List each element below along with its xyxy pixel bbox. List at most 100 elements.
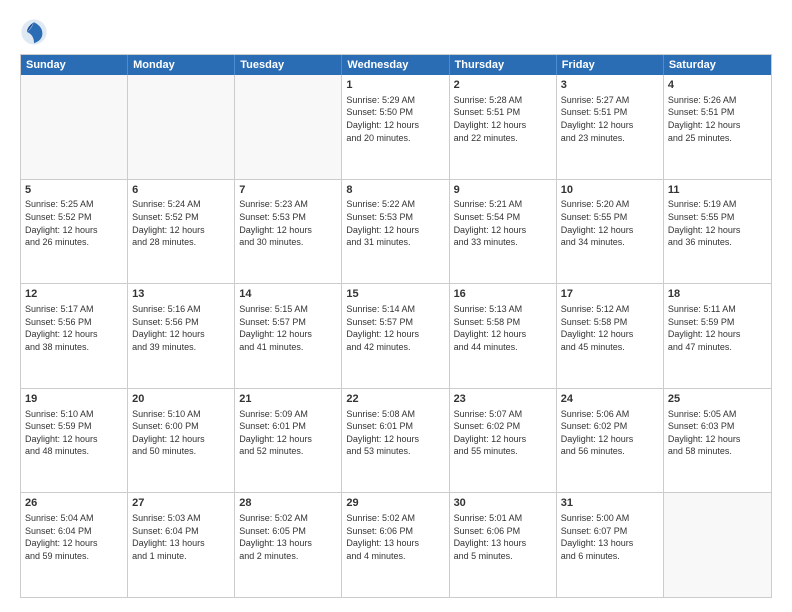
logo-icon <box>20 18 48 46</box>
empty-cell <box>664 493 771 597</box>
day-info: Sunrise: 5:12 AM Sunset: 5:58 PM Dayligh… <box>561 303 659 353</box>
logo <box>20 18 52 46</box>
day-number: 15 <box>346 287 444 302</box>
day-number: 24 <box>561 392 659 407</box>
day-number: 29 <box>346 496 444 511</box>
day-info: Sunrise: 5:10 AM Sunset: 5:59 PM Dayligh… <box>25 408 123 458</box>
day-number: 3 <box>561 78 659 93</box>
day-cell-7: 7Sunrise: 5:23 AM Sunset: 5:53 PM Daylig… <box>235 180 342 284</box>
day-number: 23 <box>454 392 552 407</box>
day-number: 9 <box>454 183 552 198</box>
day-info: Sunrise: 5:25 AM Sunset: 5:52 PM Dayligh… <box>25 198 123 248</box>
day-cell-11: 11Sunrise: 5:19 AM Sunset: 5:55 PM Dayli… <box>664 180 771 284</box>
day-cell-5: 5Sunrise: 5:25 AM Sunset: 5:52 PM Daylig… <box>21 180 128 284</box>
day-number: 30 <box>454 496 552 511</box>
day-cell-19: 19Sunrise: 5:10 AM Sunset: 5:59 PM Dayli… <box>21 389 128 493</box>
day-cell-22: 22Sunrise: 5:08 AM Sunset: 6:01 PM Dayli… <box>342 389 449 493</box>
calendar-row-1: 1Sunrise: 5:29 AM Sunset: 5:50 PM Daylig… <box>21 75 771 179</box>
day-cell-14: 14Sunrise: 5:15 AM Sunset: 5:57 PM Dayli… <box>235 284 342 388</box>
day-cell-9: 9Sunrise: 5:21 AM Sunset: 5:54 PM Daylig… <box>450 180 557 284</box>
day-number: 18 <box>668 287 767 302</box>
day-info: Sunrise: 5:21 AM Sunset: 5:54 PM Dayligh… <box>454 198 552 248</box>
day-header-monday: Monday <box>128 55 235 75</box>
day-info: Sunrise: 5:09 AM Sunset: 6:01 PM Dayligh… <box>239 408 337 458</box>
day-cell-2: 2Sunrise: 5:28 AM Sunset: 5:51 PM Daylig… <box>450 75 557 179</box>
day-info: Sunrise: 5:20 AM Sunset: 5:55 PM Dayligh… <box>561 198 659 248</box>
day-cell-21: 21Sunrise: 5:09 AM Sunset: 6:01 PM Dayli… <box>235 389 342 493</box>
day-header-saturday: Saturday <box>664 55 771 75</box>
day-info: Sunrise: 5:22 AM Sunset: 5:53 PM Dayligh… <box>346 198 444 248</box>
day-cell-3: 3Sunrise: 5:27 AM Sunset: 5:51 PM Daylig… <box>557 75 664 179</box>
day-number: 20 <box>132 392 230 407</box>
day-cell-6: 6Sunrise: 5:24 AM Sunset: 5:52 PM Daylig… <box>128 180 235 284</box>
day-cell-13: 13Sunrise: 5:16 AM Sunset: 5:56 PM Dayli… <box>128 284 235 388</box>
day-info: Sunrise: 5:07 AM Sunset: 6:02 PM Dayligh… <box>454 408 552 458</box>
day-info: Sunrise: 5:17 AM Sunset: 5:56 PM Dayligh… <box>25 303 123 353</box>
day-info: Sunrise: 5:26 AM Sunset: 5:51 PM Dayligh… <box>668 94 767 144</box>
empty-cell <box>235 75 342 179</box>
day-cell-29: 29Sunrise: 5:02 AM Sunset: 6:06 PM Dayli… <box>342 493 449 597</box>
day-number: 19 <box>25 392 123 407</box>
calendar-row-3: 12Sunrise: 5:17 AM Sunset: 5:56 PM Dayli… <box>21 283 771 388</box>
day-cell-4: 4Sunrise: 5:26 AM Sunset: 5:51 PM Daylig… <box>664 75 771 179</box>
day-number: 1 <box>346 78 444 93</box>
calendar-header: SundayMondayTuesdayWednesdayThursdayFrid… <box>21 55 771 75</box>
day-cell-20: 20Sunrise: 5:10 AM Sunset: 6:00 PM Dayli… <box>128 389 235 493</box>
day-number: 27 <box>132 496 230 511</box>
day-info: Sunrise: 5:05 AM Sunset: 6:03 PM Dayligh… <box>668 408 767 458</box>
day-info: Sunrise: 5:08 AM Sunset: 6:01 PM Dayligh… <box>346 408 444 458</box>
day-number: 4 <box>668 78 767 93</box>
header <box>20 18 772 46</box>
day-cell-27: 27Sunrise: 5:03 AM Sunset: 6:04 PM Dayli… <box>128 493 235 597</box>
day-info: Sunrise: 5:15 AM Sunset: 5:57 PM Dayligh… <box>239 303 337 353</box>
day-cell-25: 25Sunrise: 5:05 AM Sunset: 6:03 PM Dayli… <box>664 389 771 493</box>
day-info: Sunrise: 5:06 AM Sunset: 6:02 PM Dayligh… <box>561 408 659 458</box>
day-cell-28: 28Sunrise: 5:02 AM Sunset: 6:05 PM Dayli… <box>235 493 342 597</box>
day-number: 13 <box>132 287 230 302</box>
day-cell-23: 23Sunrise: 5:07 AM Sunset: 6:02 PM Dayli… <box>450 389 557 493</box>
day-number: 26 <box>25 496 123 511</box>
day-info: Sunrise: 5:14 AM Sunset: 5:57 PM Dayligh… <box>346 303 444 353</box>
day-header-friday: Friday <box>557 55 664 75</box>
calendar-body: 1Sunrise: 5:29 AM Sunset: 5:50 PM Daylig… <box>21 75 771 597</box>
day-header-wednesday: Wednesday <box>342 55 449 75</box>
day-info: Sunrise: 5:19 AM Sunset: 5:55 PM Dayligh… <box>668 198 767 248</box>
day-number: 22 <box>346 392 444 407</box>
day-number: 6 <box>132 183 230 198</box>
day-header-sunday: Sunday <box>21 55 128 75</box>
day-cell-10: 10Sunrise: 5:20 AM Sunset: 5:55 PM Dayli… <box>557 180 664 284</box>
day-info: Sunrise: 5:16 AM Sunset: 5:56 PM Dayligh… <box>132 303 230 353</box>
day-cell-8: 8Sunrise: 5:22 AM Sunset: 5:53 PM Daylig… <box>342 180 449 284</box>
day-number: 7 <box>239 183 337 198</box>
day-info: Sunrise: 5:00 AM Sunset: 6:07 PM Dayligh… <box>561 512 659 562</box>
day-header-tuesday: Tuesday <box>235 55 342 75</box>
day-info: Sunrise: 5:02 AM Sunset: 6:06 PM Dayligh… <box>346 512 444 562</box>
empty-cell <box>21 75 128 179</box>
day-cell-30: 30Sunrise: 5:01 AM Sunset: 6:06 PM Dayli… <box>450 493 557 597</box>
day-info: Sunrise: 5:03 AM Sunset: 6:04 PM Dayligh… <box>132 512 230 562</box>
day-cell-16: 16Sunrise: 5:13 AM Sunset: 5:58 PM Dayli… <box>450 284 557 388</box>
day-number: 11 <box>668 183 767 198</box>
day-header-thursday: Thursday <box>450 55 557 75</box>
day-info: Sunrise: 5:13 AM Sunset: 5:58 PM Dayligh… <box>454 303 552 353</box>
day-cell-18: 18Sunrise: 5:11 AM Sunset: 5:59 PM Dayli… <box>664 284 771 388</box>
calendar-row-2: 5Sunrise: 5:25 AM Sunset: 5:52 PM Daylig… <box>21 179 771 284</box>
calendar-row-5: 26Sunrise: 5:04 AM Sunset: 6:04 PM Dayli… <box>21 492 771 597</box>
day-info: Sunrise: 5:02 AM Sunset: 6:05 PM Dayligh… <box>239 512 337 562</box>
day-number: 28 <box>239 496 337 511</box>
day-number: 8 <box>346 183 444 198</box>
day-cell-15: 15Sunrise: 5:14 AM Sunset: 5:57 PM Dayli… <box>342 284 449 388</box>
day-cell-1: 1Sunrise: 5:29 AM Sunset: 5:50 PM Daylig… <box>342 75 449 179</box>
day-number: 2 <box>454 78 552 93</box>
day-info: Sunrise: 5:24 AM Sunset: 5:52 PM Dayligh… <box>132 198 230 248</box>
day-cell-24: 24Sunrise: 5:06 AM Sunset: 6:02 PM Dayli… <box>557 389 664 493</box>
calendar-row-4: 19Sunrise: 5:10 AM Sunset: 5:59 PM Dayli… <box>21 388 771 493</box>
day-info: Sunrise: 5:23 AM Sunset: 5:53 PM Dayligh… <box>239 198 337 248</box>
day-info: Sunrise: 5:29 AM Sunset: 5:50 PM Dayligh… <box>346 94 444 144</box>
day-cell-26: 26Sunrise: 5:04 AM Sunset: 6:04 PM Dayli… <box>21 493 128 597</box>
day-info: Sunrise: 5:01 AM Sunset: 6:06 PM Dayligh… <box>454 512 552 562</box>
day-info: Sunrise: 5:04 AM Sunset: 6:04 PM Dayligh… <box>25 512 123 562</box>
day-number: 5 <box>25 183 123 198</box>
calendar: SundayMondayTuesdayWednesdayThursdayFrid… <box>20 54 772 598</box>
day-cell-17: 17Sunrise: 5:12 AM Sunset: 5:58 PM Dayli… <box>557 284 664 388</box>
